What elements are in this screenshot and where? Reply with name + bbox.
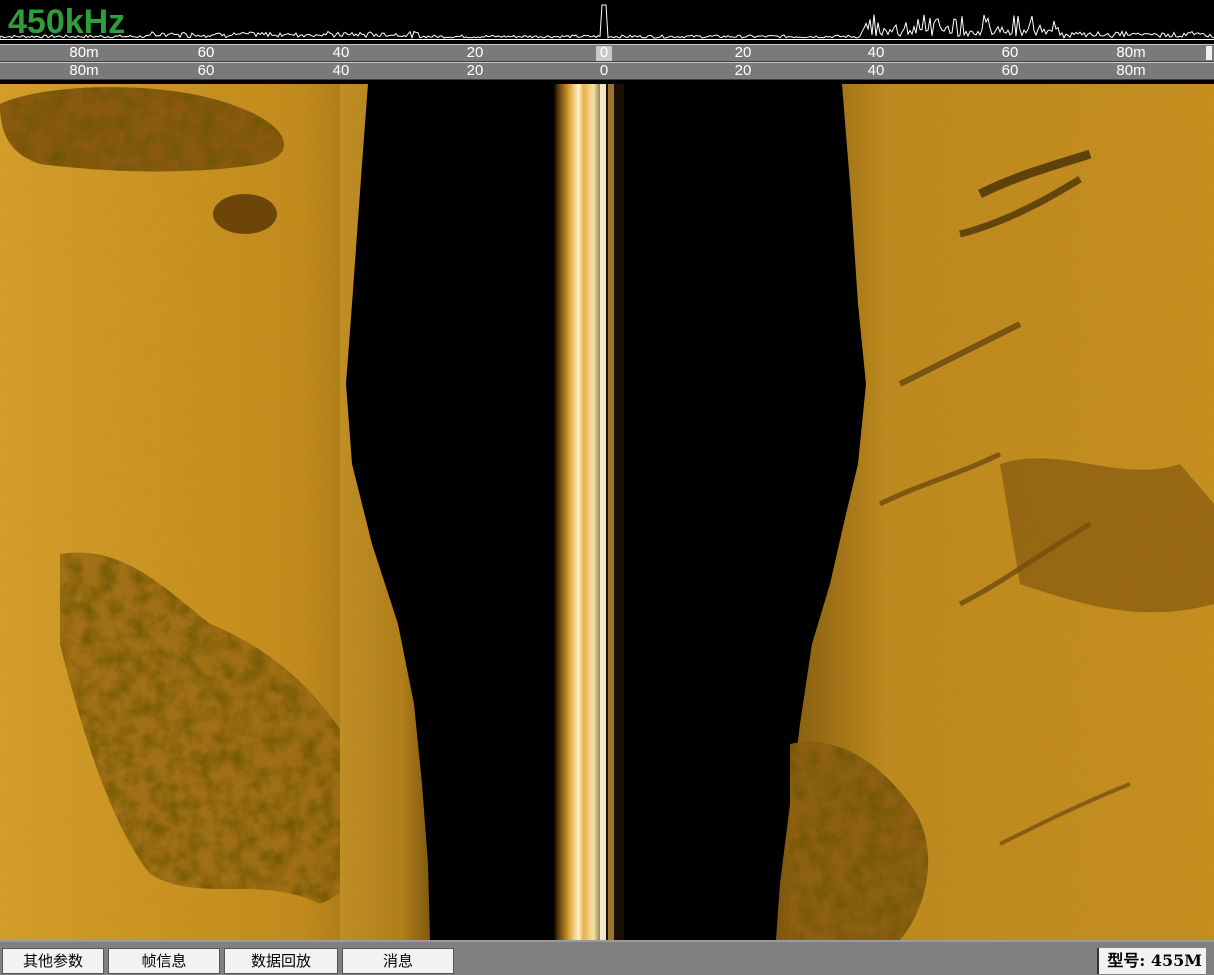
ruler-bottom-label: 80m	[1116, 62, 1146, 79]
ruler-end-cap	[1206, 46, 1212, 60]
range-ruler-bottom: 80m 60 40 20 0 20 40 60 80m	[0, 62, 1214, 80]
sonar-canvas	[0, 84, 1214, 940]
bottom-toolbar: 其他参数 帧信息 数据回放 消息 型号: 455M	[0, 940, 1214, 975]
amplitude-waveform: 450kHz	[0, 0, 1214, 44]
ruler-top-label: 20	[466, 44, 484, 61]
ruler-top-label: 80m	[69, 44, 99, 61]
waveform-graph	[0, 4, 1214, 40]
ruler-bottom-label: 80m	[69, 62, 99, 79]
ruler-top-label: 60	[1001, 44, 1019, 61]
ruler-top-label: 80m	[1116, 44, 1146, 61]
frequency-label: 450kHz	[8, 3, 126, 41]
tab-messages[interactable]: 消息	[342, 948, 454, 974]
ruler-bottom-label: 0	[599, 62, 609, 79]
ruler-top-label: 40	[867, 44, 885, 61]
left-small-rock	[213, 194, 277, 234]
ruler-top-label: 40	[332, 44, 350, 61]
waveform-trace	[0, 4, 1214, 40]
ruler-bottom-label: 40	[867, 62, 885, 79]
model-label: 型号: 455M	[1097, 948, 1206, 974]
ruler-top-label: 20	[734, 44, 752, 61]
ruler-top-label: 0	[599, 44, 609, 61]
ruler-bottom-label: 20	[466, 62, 484, 79]
sidescan-sonar-image[interactable]	[0, 84, 1214, 940]
ruler-bottom-label: 40	[332, 62, 350, 79]
tab-other-params[interactable]: 其他参数	[2, 948, 104, 974]
tab-data-playback[interactable]: 数据回放	[224, 948, 338, 974]
nadir-track	[556, 84, 606, 940]
tab-frame-info[interactable]: 帧信息	[108, 948, 220, 974]
ruler-bottom-label: 60	[197, 62, 215, 79]
ruler-top-label: 60	[197, 44, 215, 61]
ruler-bottom-label: 20	[734, 62, 752, 79]
range-ruler-top: 80m 60 40 20 0 20 40 60 80m	[0, 44, 1214, 62]
ruler-bottom-label: 60	[1001, 62, 1019, 79]
